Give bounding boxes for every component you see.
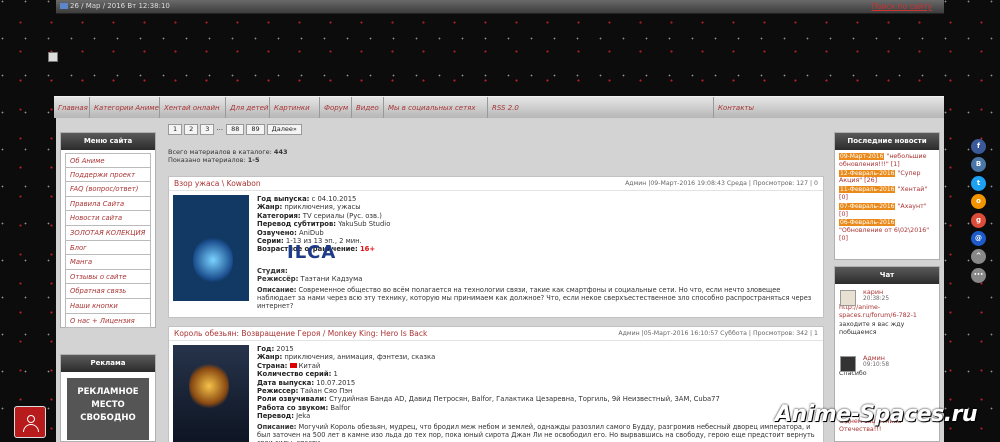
search-link[interactable]: Поиск по сайту — [872, 2, 932, 11]
nav-home[interactable]: Главная — [54, 97, 90, 119]
chat-text: заходите я вас жду побщаемся — [839, 321, 905, 336]
main-column: 1 2 3... 88 89 Далее» Всего материалов в ката… — [168, 124, 824, 442]
entry-header: Король обезьян: Возвращение Героя / Monk… — [169, 327, 823, 341]
entry-meta: Админ |05-Март-2016 16:10:57 Суббота | П… — [618, 330, 818, 337]
poster-glow — [193, 235, 233, 285]
share-icon[interactable]: ^ — [971, 249, 986, 265]
latest-news-title: Последние новости — [835, 133, 939, 150]
entry-description: Описание: Могучий Король обезьян, мудрец… — [257, 423, 815, 442]
menu-item-support[interactable]: Поддержи проект — [65, 167, 151, 183]
entry-card: Взор ужаса \ Kowabon Админ |09-Март-2016… — [168, 176, 824, 318]
catalog-stats: Всего материалов в каталоге: 443 Показан… — [168, 148, 288, 164]
nav-forum[interactable]: Форум — [320, 97, 352, 119]
chat-time: 09:10:58 — [863, 362, 890, 369]
site-menu-list: Об Аниме Поддержи проект FAQ (вопрос/отв… — [61, 150, 155, 331]
chat-link[interactable]: http://anime-spaces.ru/forum/6-782-1 — [839, 304, 935, 319]
facebook-icon[interactable]: f — [971, 139, 986, 154]
entry-title[interactable]: Взор ужаса \ Kowabon — [174, 179, 261, 188]
chat-message: карин 20:38:25 http://anime-spaces.ru/fo… — [835, 284, 939, 336]
chat-time: 20:38:25 — [863, 296, 890, 302]
social-share-bar: f B t o g @ ^ ••• — [971, 139, 989, 286]
nav-kids[interactable]: Для детей — [226, 97, 270, 119]
nav-anime-categories[interactable]: Категории Аниме — [90, 97, 160, 119]
entry-poster[interactable] — [173, 345, 249, 442]
nav-rss[interactable]: RSS 2.0 — [488, 97, 714, 119]
menu-item-blog[interactable]: Блог — [65, 240, 151, 256]
nav-hentai[interactable]: Хентай онлайн — [160, 97, 226, 119]
ad-title: Реклама — [61, 355, 155, 372]
content-area: Меню сайта Об Аниме Поддержи проект FAQ … — [56, 118, 944, 442]
more-icon[interactable]: ••• — [971, 267, 986, 283]
news-item[interactable]: 07-Февраль-2016 "Ахаунт" [0] — [839, 202, 935, 219]
site-menu: Меню сайта Об Аниме Поддержи проект FAQ … — [60, 132, 156, 331]
page-1[interactable]: 1 — [168, 124, 183, 135]
avatar — [840, 356, 856, 373]
studio-logo: ILCA — [287, 242, 337, 263]
menu-item-buttons[interactable]: Наши кнопки — [65, 298, 151, 314]
menu-item-manga[interactable]: Манга — [65, 255, 151, 270]
news-item[interactable]: 12-Февраль-2016 "Супер Акция" [26] — [839, 169, 935, 186]
menu-item-license[interactable]: О нас + Лицензия — [65, 313, 151, 329]
site-watermark: Anime-Spaces.ru — [775, 402, 978, 427]
ad-block: Реклама РЕКЛАМНОЕ МЕСТО СВОБОДНО — [60, 354, 156, 442]
page-next[interactable]: Далее» — [266, 124, 302, 135]
china-flag-icon — [289, 363, 297, 369]
avatar — [840, 290, 856, 306]
entry-studio: Студия: ILCA Режиссёр: Таэтани Кадзума — [257, 242, 363, 284]
calendar-icon — [60, 3, 68, 9]
page-89[interactable]: 89 — [246, 124, 265, 135]
page-2[interactable]: 2 — [184, 124, 199, 135]
google-plus-icon[interactable]: g — [971, 212, 986, 228]
nav-social[interactable]: Мы в социальных сетях — [384, 97, 488, 119]
entry-meta: Админ |09-Март-2016 19:08:43 Среда | Про… — [625, 180, 818, 187]
menu-item-feedback[interactable]: Обратная связь — [65, 284, 151, 299]
twitter-icon[interactable]: t — [971, 175, 986, 191]
chat-message: Админ 09:10:58 Спасибо — [835, 350, 939, 390]
site-menu-title: Меню сайта — [61, 133, 155, 150]
entry-header: Взор ужаса \ Kowabon Админ |09-Март-2016… — [169, 177, 823, 191]
entry-card: Король обезьян: Возвращение Героя / Monk… — [168, 326, 824, 442]
pagination: 1 2 3... 88 89 Далее» — [168, 124, 824, 138]
chat-title: Чат — [835, 267, 939, 284]
entry-fields: Год: 2015 Жанр: приключения, анимация, ф… — [257, 345, 720, 421]
odnoklassniki-icon[interactable]: o — [971, 194, 986, 210]
nav-contacts[interactable]: Контакты — [714, 97, 944, 119]
page-88[interactable]: 88 — [226, 124, 245, 135]
menu-item-reviews[interactable]: Отзывы о сайте — [65, 269, 151, 285]
menu-item-faq[interactable]: FAQ (вопрос/ответ) — [65, 182, 151, 197]
page-3[interactable]: 3 — [200, 124, 215, 135]
top-bar: 26 / Мар / 2016 Вт 12:38:10 Поиск по сай… — [56, 0, 944, 14]
chat-author[interactable]: Админ — [863, 354, 935, 362]
main-navigation: Главная Категории Аниме Хентай онлайн Дл… — [54, 96, 944, 119]
menu-item-rules[interactable]: Правила Сайта — [65, 196, 151, 212]
poster-glow — [189, 361, 229, 411]
news-list: 09-Март-2016 "небольшие обновления!!!" [… — [835, 150, 939, 247]
nav-pictures[interactable]: Картинки — [270, 97, 320, 119]
mail-icon[interactable]: @ — [971, 230, 986, 246]
menu-item-about-anime[interactable]: Об Аниме — [65, 153, 151, 168]
latest-news: Последние новости 09-Март-2016 "небольши… — [834, 132, 940, 260]
menu-item-gold[interactable]: ЗОЛОТАЯ КОЛЕКЦИЯ — [65, 225, 151, 241]
current-date: 26 / Мар / 2016 Вт 12:38:10 — [60, 2, 170, 10]
news-item[interactable]: 11-Февраль-2016 "Хентай" [0] — [839, 186, 935, 202]
menu-item-news[interactable]: Новости сайта — [65, 211, 151, 226]
entry-poster[interactable] — [173, 195, 249, 301]
vk-icon[interactable]: B — [971, 157, 986, 173]
news-item[interactable]: 09-Март-2016 "небольшие обновления!!!" [… — [839, 153, 935, 169]
page-ellipsis: ... — [216, 124, 224, 132]
broken-logo-image[interactable] — [48, 52, 58, 62]
user-login-button[interactable] — [14, 406, 46, 438]
entry-title[interactable]: Король обезьян: Возвращение Героя / Monk… — [174, 329, 427, 338]
news-item[interactable]: 06-Февраль-2016 "Обновление от 6\02\2016… — [839, 219, 935, 242]
user-icon — [27, 415, 35, 423]
chat-author[interactable]: карин — [863, 288, 935, 296]
ad-banner[interactable]: РЕКЛАМНОЕ МЕСТО СВОБОДНО — [67, 378, 149, 440]
entry-description: Описание: Современное общество во всём п… — [257, 286, 812, 311]
nav-video[interactable]: Видео — [352, 97, 384, 119]
